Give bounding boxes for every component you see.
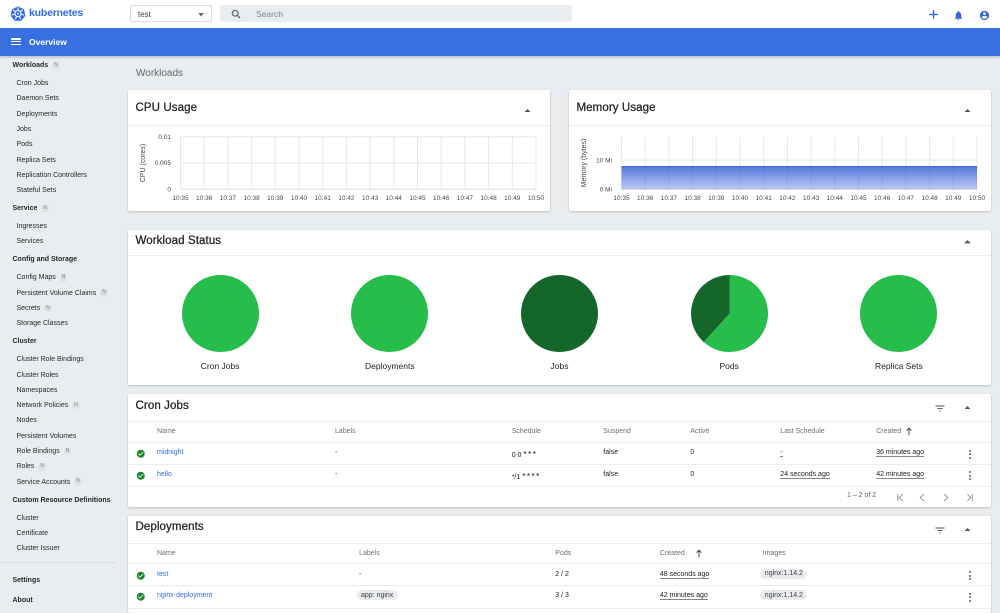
svg-text:10:50: 10:50 [969,195,986,202]
svg-text:10:40: 10:40 [732,195,749,202]
svg-text:10:38: 10:38 [684,195,701,202]
svg-text:10:47: 10:47 [457,195,474,202]
svg-text:10:42: 10:42 [779,195,796,202]
svg-text:0.005: 0.005 [155,160,172,167]
svg-text:10:47: 10:47 [898,195,915,202]
svg-text:CPU (cores): CPU (cores) [140,144,147,183]
svg-text:10:40: 10:40 [291,195,308,202]
svg-text:0.01: 0.01 [158,134,171,141]
svg-text:10:48: 10:48 [480,195,497,202]
svg-text:10 Mi: 10 Mi [596,157,612,164]
svg-text:10:36: 10:36 [196,195,213,202]
svg-text:10:44: 10:44 [827,195,844,202]
svg-text:10:37: 10:37 [661,195,678,202]
svg-text:0 Mi: 0 Mi [600,187,612,194]
svg-text:10:45: 10:45 [850,195,867,202]
svg-text:10:38: 10:38 [243,195,260,202]
svg-text:10:39: 10:39 [267,195,284,202]
svg-text:10:41: 10:41 [756,195,773,202]
svg-text:10:39: 10:39 [708,195,725,202]
svg-text:10:49: 10:49 [504,195,521,202]
svg-text:10:43: 10:43 [362,195,379,202]
svg-text:10:48: 10:48 [921,195,938,202]
svg-text:10:35: 10:35 [172,195,189,202]
svg-text:10:41: 10:41 [315,195,332,202]
svg-text:10:37: 10:37 [220,195,237,202]
svg-text:10:44: 10:44 [386,195,403,202]
svg-text:10:46: 10:46 [433,195,450,202]
svg-text:10:50: 10:50 [528,195,545,202]
svg-text:10:43: 10:43 [803,195,820,202]
svg-text:10:45: 10:45 [409,195,426,202]
svg-text:10:36: 10:36 [637,195,654,202]
svg-text:10:42: 10:42 [338,195,355,202]
svg-text:0: 0 [167,187,171,194]
svg-text:10:46: 10:46 [874,195,891,202]
svg-text:10:49: 10:49 [945,195,962,202]
svg-text:10:35: 10:35 [613,195,630,202]
svg-text:Memory (bytes): Memory (bytes) [581,139,588,188]
